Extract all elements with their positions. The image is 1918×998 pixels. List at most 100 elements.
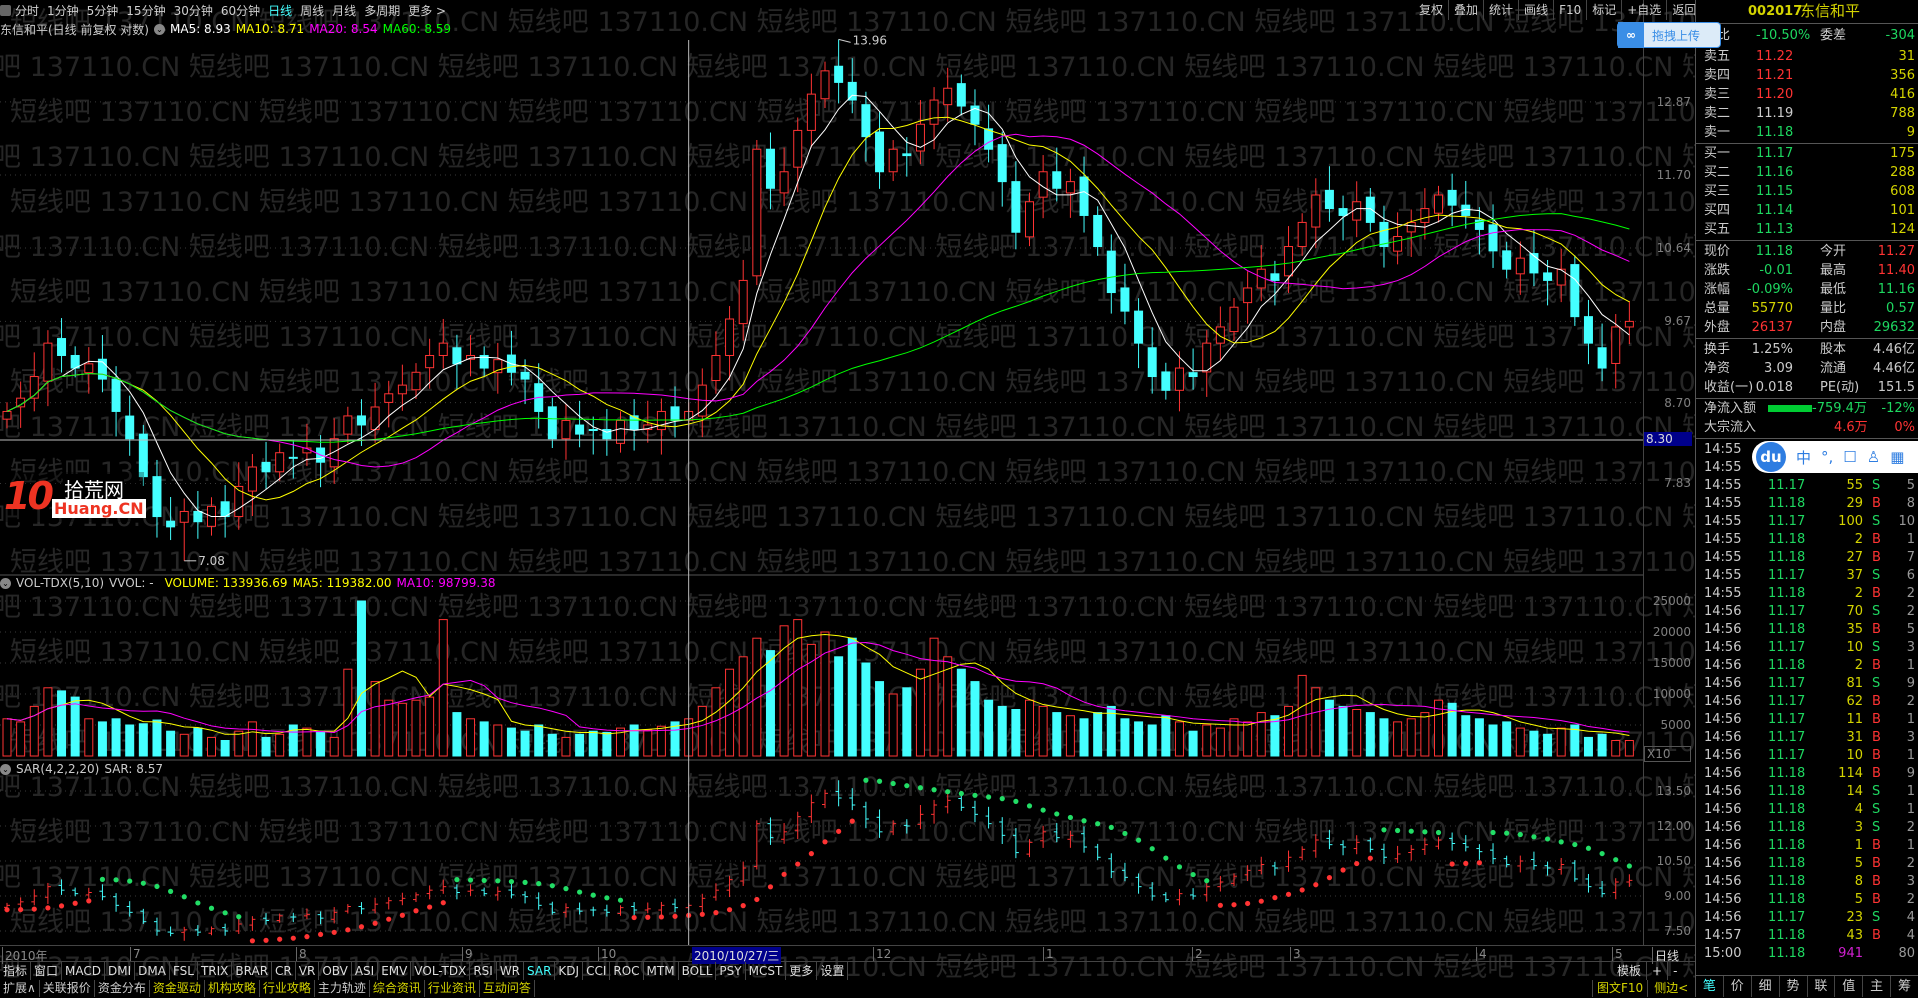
bid-row[interactable]: 买五 11.13 124 (1696, 220, 1918, 239)
f10-button[interactable]: 图文F10 (1592, 980, 1647, 997)
tool-button-6[interactable]: +自选 (1622, 0, 1668, 20)
bid-row[interactable]: 买二 11.16 288 (1696, 163, 1918, 182)
extension-tab-5[interactable]: 行业攻略 (260, 980, 315, 997)
bid-row[interactable]: 买三 11.15 608 (1696, 182, 1918, 201)
period-tab-3[interactable]: 15分钟 (122, 2, 169, 19)
indicator-tab-fsl[interactable]: FSL (170, 962, 198, 980)
extension-tab-2[interactable]: 资金分布 (95, 980, 150, 997)
indicator-tab-cci[interactable]: CCI (583, 962, 611, 980)
indicator-tab-brar[interactable]: BRAR (232, 962, 273, 980)
indicator-tab-设置[interactable]: 设置 (817, 962, 849, 980)
indicator-tab-macd[interactable]: MACD (62, 962, 106, 980)
period-tab-2[interactable]: 5分钟 (83, 2, 123, 19)
ask-row[interactable]: 卖二 11.19 788 (1696, 104, 1918, 123)
dropdown-circle-icon[interactable]: ⌄ (0, 577, 11, 589)
template-button[interactable]: 模板 (1612, 962, 1646, 980)
indicator-tab-vr[interactable]: VR (296, 962, 320, 980)
indicator-tab-wr[interactable]: WR (497, 962, 525, 980)
indicator-tab-psy[interactable]: PSY (716, 962, 746, 980)
indicator-tab-更多[interactable]: 更多 (786, 962, 818, 980)
indicator-tab-kdj[interactable]: KDJ (555, 962, 584, 980)
indicator-tab-cr[interactable]: CR (272, 962, 296, 980)
extension-tab-6[interactable]: 主力轨迹 (315, 980, 370, 997)
bid-row[interactable]: 买一 11.17 175 (1696, 144, 1918, 163)
indicator-tab-rsi[interactable]: RSI (470, 962, 497, 980)
tool-button-0[interactable]: 复权 (1414, 0, 1450, 20)
indicator-tab-dma[interactable]: DMA (135, 962, 170, 980)
fund-v2: 4.46亿 (1873, 361, 1915, 376)
period-tab-9[interactable]: 多周期 (360, 2, 404, 19)
tool-button-1[interactable]: 叠加 (1449, 0, 1485, 20)
tick-row: 14:55 11.17 37 S 6 (1696, 567, 1918, 585)
extension-tab-4[interactable]: 机构攻略 (205, 980, 260, 997)
indicator-tab-指标[interactable]: 指标 (0, 962, 32, 980)
panel-tab-3[interactable]: 势 (1780, 976, 1808, 997)
indicator-tab-mcst[interactable]: MCST (746, 962, 787, 980)
sar-dot (631, 914, 637, 921)
period-tab-4[interactable]: 30分钟 (170, 2, 217, 19)
panel-tab-5[interactable]: 值 (1835, 976, 1864, 997)
zoom-in-button[interactable]: + (1646, 962, 1667, 980)
sidebar-toggle-button[interactable]: 侧边< (1647, 980, 1694, 997)
ime-language-toggle[interactable]: 中 (1796, 447, 1811, 468)
period-tab-7[interactable]: 周线 (296, 2, 328, 19)
grid-menu-icon[interactable]: ▦ (1890, 448, 1904, 466)
ask-row[interactable]: 卖一 11.18 9 (1696, 123, 1918, 142)
candle-body (765, 148, 775, 189)
tool-button-4[interactable]: F10 (1554, 0, 1588, 20)
zoom-out-button[interactable]: - (1667, 962, 1682, 980)
panel-tab-7[interactable]: 筹 (1891, 976, 1918, 997)
extension-tab-0[interactable]: 扩展∧ (0, 980, 40, 997)
upload-button[interactable]: ∞ 拖拽上传 (1617, 22, 1721, 48)
panel-tab-4[interactable]: 联 (1808, 976, 1836, 997)
period-tab-5[interactable]: 60分钟 (217, 2, 264, 19)
sar-dot (781, 871, 787, 877)
indicator-tab-asi[interactable]: ASI (352, 962, 379, 980)
tick-volume: 14 (1846, 784, 1863, 799)
tool-button-5[interactable]: 标记 (1587, 0, 1623, 20)
baidu-ime-logo[interactable]: du (1756, 442, 1786, 472)
date-axis-label: 2 (1192, 947, 1203, 961)
punctuation-icon[interactable]: °, (1821, 448, 1833, 466)
dropdown-circle-icon[interactable]: ⌄ (0, 763, 11, 775)
candle-body (384, 393, 394, 403)
dropdown-circle-icon[interactable]: ⌄ (154, 23, 165, 35)
panel-tab-1[interactable]: 价 (1724, 976, 1752, 997)
period-tab-10[interactable]: 更多 > (404, 2, 450, 19)
indicator-tab-mtm[interactable]: MTM (644, 962, 679, 980)
indicator-tab-emv[interactable]: EMV (378, 962, 412, 980)
panel-tab-0[interactable]: 笔 (1696, 976, 1724, 997)
candle-body (738, 279, 748, 325)
period-tab-6[interactable]: 日线 (264, 2, 296, 19)
indicator-tab-trix[interactable]: TRIX (198, 962, 233, 980)
period-tab-0[interactable]: 分时 (11, 2, 43, 19)
indicator-tab-dmi[interactable]: DMI (105, 962, 136, 980)
indicator-tab-vol-tdx[interactable]: VOL-TDX (411, 962, 471, 980)
bid-row[interactable]: 买四 11.14 101 (1696, 201, 1918, 220)
kline-chart[interactable]: 13.96 7.08 (0, 0, 1643, 945)
panel-tab-6[interactable]: 主 (1863, 976, 1892, 997)
ask-row[interactable]: 卖四 11.21 356 (1696, 66, 1918, 85)
extension-tab-3[interactable]: 资金驱动 (150, 980, 205, 997)
indicator-tab-sar[interactable]: SAR (524, 962, 556, 980)
panel-tab-2[interactable]: 细 (1752, 976, 1780, 997)
skin-icon[interactable]: ☐ (1843, 448, 1856, 466)
extension-tab-7[interactable]: 综合资讯 (370, 980, 425, 997)
tool-button-2[interactable]: 统计 (1484, 0, 1520, 20)
volume-bar (1583, 736, 1593, 757)
user-icon[interactable]: ♙ (1867, 448, 1880, 466)
extension-tab-8[interactable]: 行业资讯 (425, 980, 480, 997)
tool-button-3[interactable]: 画线 (1519, 0, 1555, 20)
period-tab-8[interactable]: 月线 (328, 2, 360, 19)
indicator-tab-boll[interactable]: BOLL (679, 962, 717, 980)
ask-row[interactable]: 卖三 11.20 416 (1696, 85, 1918, 104)
extension-tab-9[interactable]: 互动问答 (480, 980, 535, 997)
extension-tab-1[interactable]: 关联报价 (40, 980, 95, 997)
level-price: 11.14 (1756, 203, 1794, 218)
indicator-tab-窗口[interactable]: 窗口 (31, 962, 63, 980)
indicator-tab-obv[interactable]: OBV (319, 962, 352, 980)
indicator-tab-roc[interactable]: ROC (610, 962, 644, 980)
period-tab-1[interactable]: 1分钟 (43, 2, 83, 19)
panel-toggle-icon[interactable] (0, 4, 11, 16)
ask-row[interactable]: 卖五 11.22 31 (1696, 47, 1918, 66)
